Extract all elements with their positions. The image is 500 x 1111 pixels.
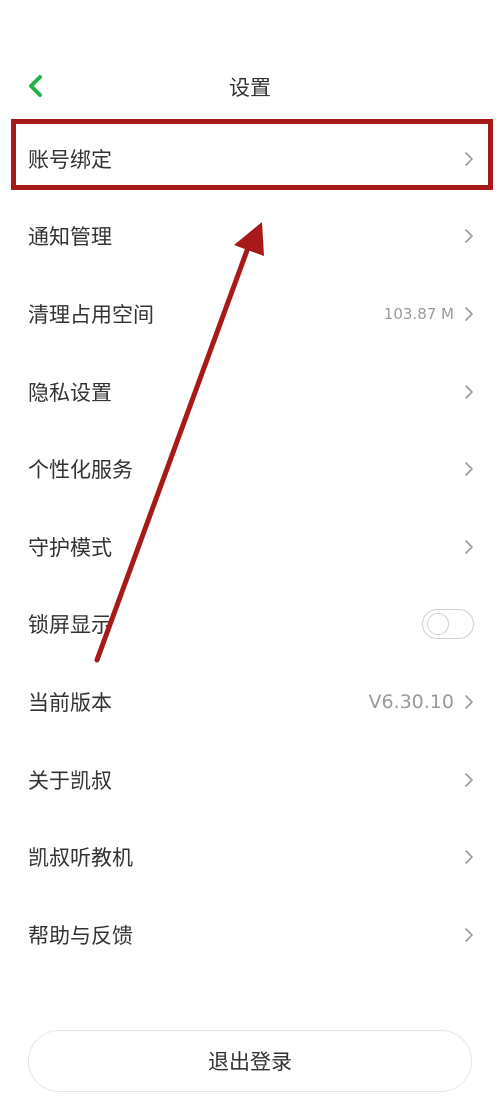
settings-list: 账号绑定 通知管理 清理占用空间 103.87 M 隐私设置 个性化服务 守护模… bbox=[0, 120, 500, 974]
chevron-right-icon bbox=[465, 151, 473, 166]
settings-item-label: 凯叔听教机 bbox=[28, 846, 133, 871]
settings-item-about-kaishu[interactable]: 关于凯叔 bbox=[0, 741, 500, 819]
settings-item-label: 关于凯叔 bbox=[28, 768, 112, 793]
settings-item-personalized-service[interactable]: 个性化服务 bbox=[0, 430, 500, 508]
chevron-right-icon bbox=[465, 462, 473, 476]
storage-size-value: 103.87 M bbox=[383, 304, 454, 323]
settings-item-label: 通知管理 bbox=[28, 225, 112, 250]
settings-item-current-version[interactable]: 当前版本 V6.30.10 bbox=[0, 663, 500, 741]
settings-item-kaishu-learning-device[interactable]: 凯叔听教机 bbox=[0, 818, 500, 896]
chevron-right-icon bbox=[465, 384, 473, 399]
settings-item-lock-screen-display: 锁屏显示 bbox=[0, 586, 500, 664]
settings-item-label: 帮助与反馈 bbox=[28, 923, 133, 948]
settings-item-help-feedback[interactable]: 帮助与反馈 bbox=[0, 896, 500, 974]
settings-item-label: 清理占用空间 bbox=[28, 302, 154, 327]
settings-item-privacy-settings[interactable]: 隐私设置 bbox=[0, 353, 500, 431]
toggle-knob bbox=[427, 613, 449, 636]
header-bar: 设置 bbox=[0, 60, 500, 112]
chevron-right-icon bbox=[465, 695, 473, 709]
chevron-right-icon bbox=[465, 229, 473, 244]
chevron-right-icon bbox=[465, 539, 473, 554]
chevron-right-icon bbox=[465, 307, 473, 321]
settings-item-label: 隐私设置 bbox=[28, 380, 112, 405]
chevron-right-icon bbox=[465, 772, 473, 787]
lock-screen-toggle[interactable] bbox=[422, 609, 474, 640]
settings-item-label: 个性化服务 bbox=[28, 458, 133, 483]
chevron-right-icon bbox=[465, 927, 473, 942]
settings-item-notification-management[interactable]: 通知管理 bbox=[0, 198, 500, 276]
settings-item-label: 当前版本 bbox=[28, 690, 112, 715]
chevron-right-icon bbox=[465, 850, 473, 864]
version-value: V6.30.10 bbox=[368, 690, 454, 713]
settings-item-account-binding[interactable]: 账号绑定 bbox=[0, 120, 500, 198]
logout-button[interactable]: 退出登录 bbox=[28, 1030, 472, 1092]
page-title: 设置 bbox=[229, 76, 271, 100]
settings-item-label: 锁屏显示 bbox=[28, 613, 112, 638]
settings-item-label: 守护模式 bbox=[28, 535, 112, 560]
settings-item-clear-storage[interactable]: 清理占用空间 103.87 M bbox=[0, 275, 500, 353]
settings-item-guardian-mode[interactable]: 守护模式 bbox=[0, 508, 500, 586]
settings-item-label: 账号绑定 bbox=[28, 147, 112, 172]
